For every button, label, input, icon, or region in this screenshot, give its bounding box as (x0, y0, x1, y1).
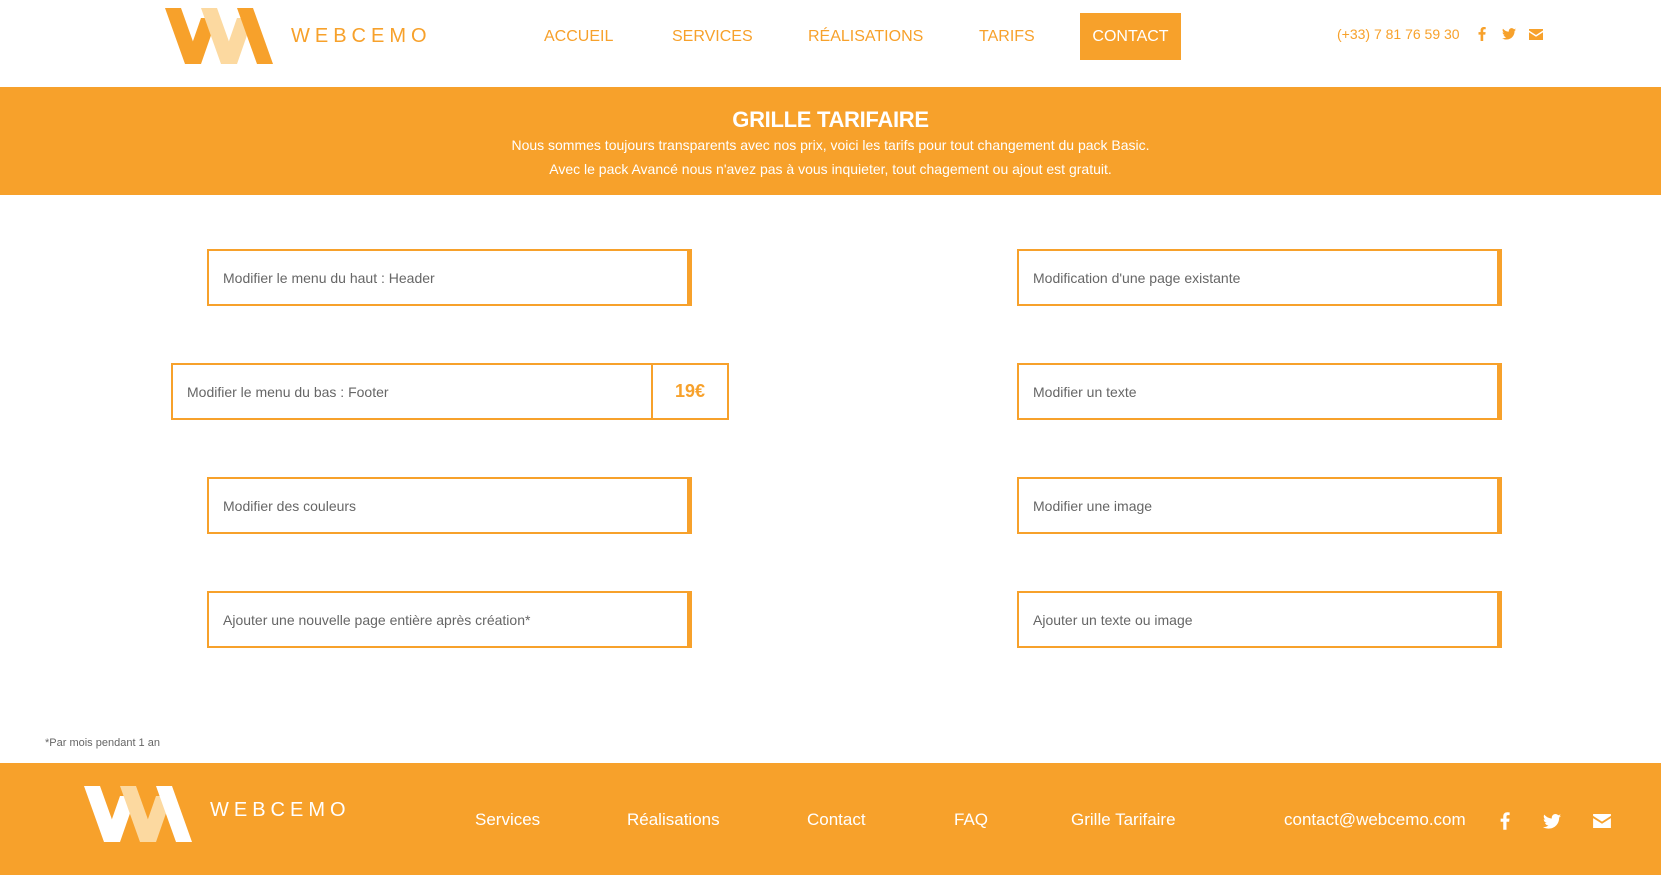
footer-link-grille-tarifaire[interactable]: Grille Tarifaire (1071, 810, 1176, 830)
price-item-colors[interactable]: Modifier des couleurs (207, 477, 692, 534)
footer-link-contact[interactable]: Contact (807, 810, 866, 830)
nav-item-tarifs[interactable]: TARIFS (979, 28, 1035, 46)
page-title: GRILLE TARIFAIRE (732, 107, 929, 132)
footer-link-realisations[interactable]: Réalisations (627, 810, 720, 830)
nav-item-realisations[interactable]: RÉALISATIONS (808, 28, 923, 46)
price-item-edit-text[interactable]: Modifier un texte (1017, 363, 1502, 420)
price-item-label: Modifier une image (1033, 497, 1153, 514)
pricing-footnote: *Par mois pendant 1 an (45, 737, 160, 749)
twitter-icon[interactable] (1543, 812, 1561, 830)
price-item-edit-image[interactable]: Modifier une image (1017, 477, 1502, 534)
price-item-label: Ajouter une nouvelle page entière après … (223, 611, 531, 628)
price-value: 19€ (651, 363, 729, 420)
facebook-icon[interactable] (1475, 27, 1489, 41)
logo-wordmark: WEBCEMO (210, 799, 351, 821)
price-item-label: Ajouter un texte ou image (1033, 611, 1193, 628)
price-item-new-page[interactable]: Ajouter une nouvelle page entière après … (207, 591, 692, 648)
phone-number[interactable]: (+33) 7 81 76 59 30 (1337, 26, 1460, 42)
banner-subtitle-line-2: Avec le pack Avancé nous n'avez pas à vo… (549, 161, 1112, 177)
logo-mark-icon (165, 8, 273, 64)
banner-subtitle-line-1: Nous sommes toujours transparents avec n… (511, 137, 1150, 153)
nav-item-contact[interactable]: CONTACT (1080, 13, 1181, 60)
price-item-label: Modifier le menu du bas : Footer (187, 383, 389, 400)
price-item-add-content[interactable]: Ajouter un texte ou image (1017, 591, 1502, 648)
price-item-label: Modifier des couleurs (223, 497, 357, 514)
webcemo-logo[interactable]: WEBCEMO (165, 8, 432, 66)
twitter-icon[interactable] (1501, 27, 1516, 41)
price-value-text: 19€ (674, 381, 706, 401)
envelope-icon[interactable] (1528, 27, 1543, 41)
header-contact-bar: (+33) 7 81 76 59 30 (1337, 26, 1556, 42)
pricing-banner: GRILLE TARIFAIRE Nous sommes toujours tr… (0, 87, 1661, 195)
price-item-label: Modifier un texte (1033, 383, 1137, 400)
footer-email-link[interactable]: contact@webcemo.com (1284, 810, 1466, 830)
footer-link-services[interactable]: Services (475, 810, 540, 830)
facebook-icon[interactable] (1496, 812, 1514, 830)
price-item-label: Modification d'une page existante (1033, 269, 1241, 286)
site-header: WEBCEMO ACCUEIL SERVICES RÉALISATIONS TA… (0, 0, 1661, 87)
price-item-footer-menu[interactable]: Modifier le menu du bas : Footer (171, 363, 653, 420)
price-item-edit-page[interactable]: Modification d'une page existante (1017, 249, 1502, 306)
nav-item-accueil[interactable]: ACCUEIL (544, 28, 613, 46)
site-footer: WEBCEMO Services Réalisations Contact FA… (0, 763, 1661, 875)
price-item-label: Modifier le menu du haut : Header (223, 269, 435, 286)
logo-wordmark: WEBCEMO (291, 25, 432, 47)
footer-link-faq[interactable]: FAQ (954, 810, 988, 830)
nav-item-services[interactable]: SERVICES (672, 28, 753, 46)
logo-mark-icon (84, 786, 192, 842)
footer-logo[interactable]: WEBCEMO (84, 786, 351, 844)
envelope-icon[interactable] (1593, 812, 1611, 830)
price-item-header-menu[interactable]: Modifier le menu du haut : Header (207, 249, 692, 306)
